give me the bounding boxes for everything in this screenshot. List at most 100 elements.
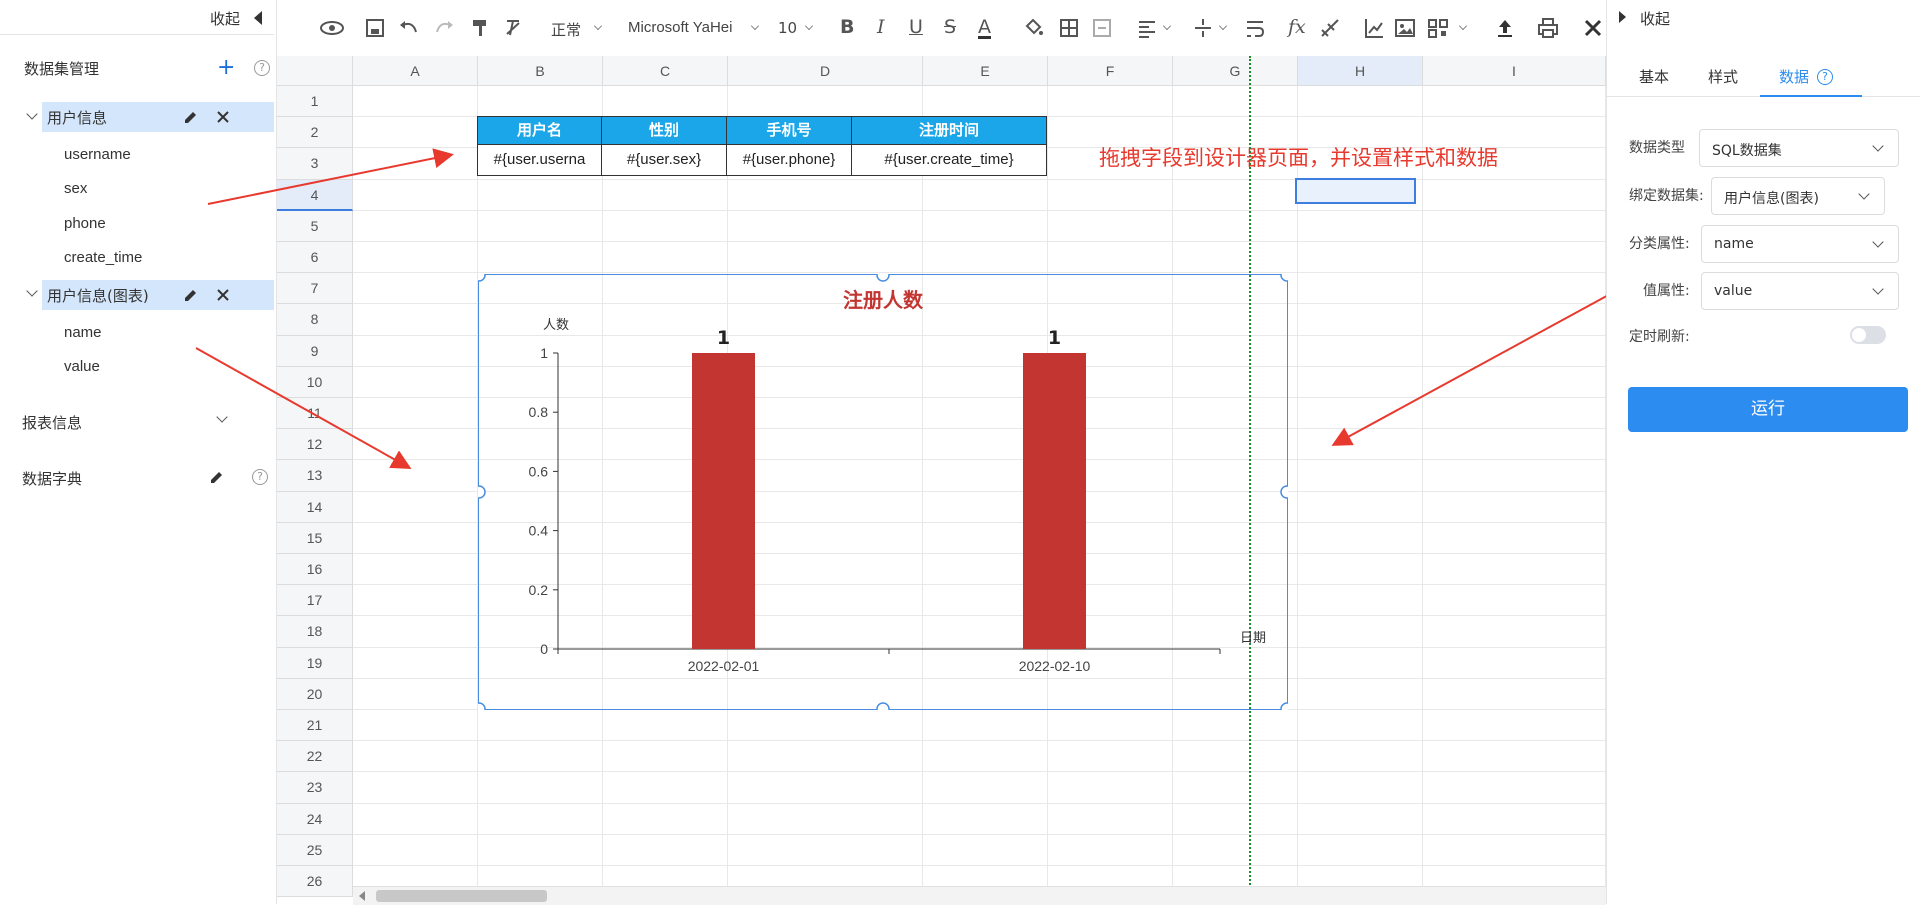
redo-icon[interactable] bbox=[433, 16, 455, 40]
collapse-left-icon[interactable] bbox=[254, 11, 262, 25]
format-select[interactable]: 正常 bbox=[551, 19, 581, 43]
image-icon[interactable] bbox=[1394, 16, 1416, 40]
help-icon[interactable]: ? bbox=[252, 469, 268, 485]
row-header[interactable]: 15 bbox=[277, 522, 353, 554]
row-header[interactable]: 21 bbox=[277, 710, 353, 742]
row-header[interactable]: 26 bbox=[277, 866, 353, 898]
help-icon[interactable]: ? bbox=[254, 60, 270, 76]
report-info-title[interactable]: 报表信息 bbox=[22, 412, 82, 433]
chart-icon[interactable] bbox=[1363, 16, 1385, 40]
row-header[interactable]: 23 bbox=[277, 772, 353, 804]
row-header[interactable]: 16 bbox=[277, 554, 353, 586]
chevron-down-icon[interactable] bbox=[26, 285, 38, 297]
table-header-cell[interactable]: 性别 bbox=[601, 116, 727, 145]
value-select[interactable]: value bbox=[1701, 272, 1899, 310]
column-header[interactable]: C bbox=[603, 56, 728, 86]
row-header[interactable]: 18 bbox=[277, 616, 353, 648]
spreadsheet-grid[interactable]: ABCDEFGHI 1 2 3 4 5 6 7 8 9 10 11 12 13 14 15 16 17 18 19 2… bbox=[195, 56, 1637, 905]
row-header[interactable]: 14 bbox=[277, 491, 353, 523]
chart-widget[interactable]: 注册人数 人数 日期 0 0.2 0.4 0.6 0.8 1 1 2022-02-01 1 2022-0… bbox=[478, 274, 1288, 710]
scroll-left-icon[interactable] bbox=[359, 891, 365, 901]
row-header[interactable]: 5 bbox=[277, 210, 353, 242]
merge-cells-icon[interactable] bbox=[1092, 16, 1112, 40]
row-header[interactable]: 1 bbox=[277, 86, 353, 118]
table-data-cell[interactable]: #{user.sex} bbox=[601, 144, 727, 176]
row-header[interactable]: 12 bbox=[277, 429, 353, 461]
row-header[interactable]: 17 bbox=[277, 585, 353, 617]
table-data-cell[interactable]: #{user.create_time} bbox=[851, 144, 1047, 176]
wrap-text-icon[interactable] bbox=[1245, 16, 1265, 40]
column-header[interactable]: E bbox=[923, 56, 1048, 86]
chevron-down-icon[interactable] bbox=[26, 108, 38, 120]
tools-icon[interactable] bbox=[1583, 16, 1603, 40]
data-type-select[interactable]: SQL数据集 bbox=[1699, 129, 1899, 167]
chevron-down-icon[interactable] bbox=[805, 22, 813, 30]
row-header[interactable]: 19 bbox=[277, 647, 353, 679]
row-header[interactable]: 3 bbox=[277, 148, 353, 180]
bold-icon[interactable]: B bbox=[840, 16, 854, 40]
chevron-down-icon[interactable] bbox=[594, 22, 602, 30]
horizontal-scrollbar[interactable] bbox=[353, 886, 1606, 905]
edit-icon[interactable] bbox=[183, 109, 199, 125]
row-header[interactable]: 22 bbox=[277, 741, 353, 773]
undo-icon[interactable] bbox=[398, 16, 420, 40]
column-header[interactable]: F bbox=[1048, 56, 1173, 86]
font-color-icon[interactable]: A bbox=[978, 16, 991, 39]
chevron-down-icon[interactable] bbox=[1459, 22, 1467, 30]
refresh-toggle[interactable] bbox=[1850, 326, 1886, 344]
row-header[interactable]: 10 bbox=[277, 366, 353, 398]
tab-basic[interactable]: 基本 bbox=[1639, 66, 1669, 87]
run-button[interactable]: 运行 bbox=[1628, 387, 1908, 432]
column-header[interactable]: H bbox=[1298, 56, 1423, 86]
column-header[interactable]: I bbox=[1423, 56, 1606, 86]
category-select[interactable]: name bbox=[1701, 225, 1899, 263]
row-header[interactable]: 7 bbox=[277, 273, 353, 305]
corner-cell[interactable] bbox=[277, 56, 353, 86]
dataset-row-user-info-chart[interactable]: 用户信息(图表) bbox=[42, 280, 274, 310]
vertical-align-icon[interactable] bbox=[1193, 16, 1213, 40]
qrcode-icon[interactable] bbox=[1427, 16, 1449, 40]
row-header[interactable]: 11 bbox=[277, 398, 353, 430]
close-icon[interactable] bbox=[216, 110, 230, 124]
function-icon[interactable]: fx bbox=[1288, 16, 1306, 40]
row-header[interactable]: 4 bbox=[277, 179, 353, 211]
field-value[interactable]: value bbox=[64, 358, 100, 375]
underline-icon[interactable]: U bbox=[909, 16, 923, 40]
upload-icon[interactable] bbox=[1495, 16, 1515, 40]
italic-icon[interactable]: I bbox=[877, 16, 885, 40]
format-painter-icon[interactable] bbox=[470, 16, 490, 40]
field-name[interactable]: name bbox=[64, 324, 102, 341]
row-header[interactable]: 25 bbox=[277, 834, 353, 866]
font-size-select[interactable]: 10 bbox=[778, 19, 797, 43]
right-collapse-label[interactable]: 收起 bbox=[1640, 8, 1670, 29]
fill-color-icon[interactable] bbox=[1023, 16, 1045, 40]
column-header[interactable]: A bbox=[353, 56, 478, 86]
help-icon[interactable]: ? bbox=[1817, 69, 1833, 85]
column-header[interactable]: G bbox=[1173, 56, 1298, 86]
edit-icon[interactable] bbox=[209, 469, 225, 485]
left-collapse-label[interactable]: 收起 bbox=[210, 8, 240, 29]
selected-cell[interactable] bbox=[1295, 178, 1416, 204]
table-header-cell[interactable]: 用户名 bbox=[477, 116, 602, 145]
table-header-cell[interactable]: 注册时间 bbox=[851, 116, 1047, 145]
dataset-row-user-info[interactable]: 用户信息 bbox=[42, 102, 274, 132]
tab-style[interactable]: 样式 bbox=[1708, 66, 1738, 87]
field-create-time[interactable]: create_time bbox=[64, 249, 142, 266]
row-header[interactable]: 24 bbox=[277, 803, 353, 835]
table-data-cell[interactable]: #{user.userna bbox=[477, 144, 602, 176]
align-left-icon[interactable] bbox=[1137, 16, 1157, 40]
border-icon[interactable] bbox=[1059, 16, 1079, 40]
conditional-format-icon[interactable] bbox=[1319, 16, 1341, 40]
table-data-cell[interactable]: #{user.phone} bbox=[726, 144, 852, 176]
strikethrough-icon[interactable]: S bbox=[944, 16, 956, 40]
collapse-right-icon[interactable] bbox=[1619, 11, 1626, 23]
add-dataset-icon[interactable]: + bbox=[217, 57, 235, 79]
column-header[interactable]: B bbox=[478, 56, 603, 86]
left-collapse-bar[interactable]: 收起 bbox=[0, 0, 274, 35]
chevron-down-icon[interactable] bbox=[1219, 22, 1227, 30]
preview-eye-icon[interactable] bbox=[319, 16, 345, 40]
chevron-down-icon[interactable] bbox=[216, 411, 228, 423]
scrollbar-thumb[interactable] bbox=[376, 890, 547, 902]
save-icon[interactable] bbox=[365, 16, 385, 40]
field-sex[interactable]: sex bbox=[64, 180, 87, 197]
